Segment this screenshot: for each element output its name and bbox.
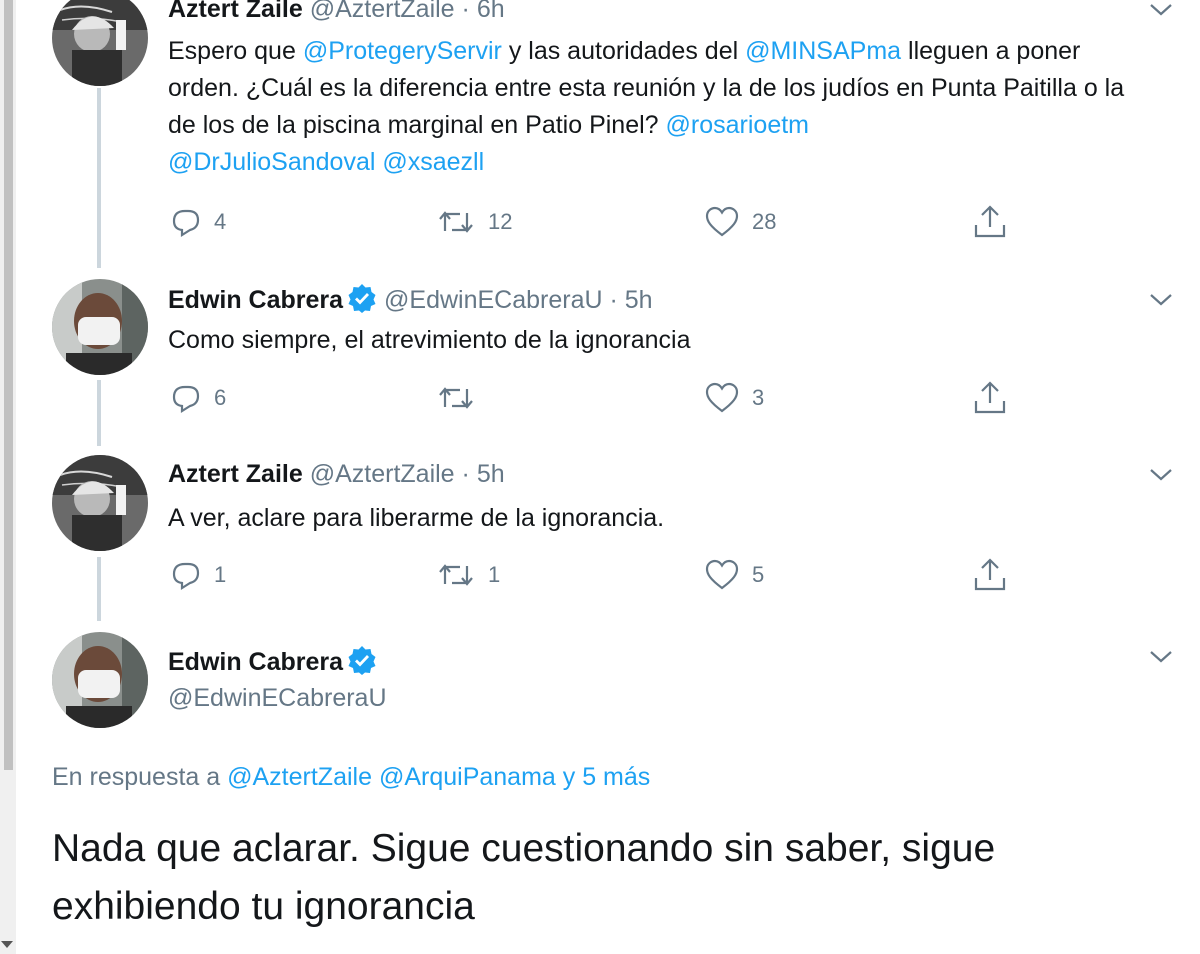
retweet-icon [439,564,473,586]
author-name[interactable]: Edwin Cabrera [168,286,343,314]
reply-button[interactable]: 1 [168,557,226,593]
mention-link[interactable]: @xsaezll [382,148,484,176]
author-name[interactable]: Aztert Zaile [168,460,303,488]
reply-to-link[interactable]: @ArquiPanama [379,763,556,791]
tweet-header: Aztert Zaile @AztertZaile · 6h [168,0,505,24]
author-name[interactable]: Edwin Cabrera [168,648,343,676]
avatar-edwin-cabrera[interactable] [52,632,148,728]
tweet-header: Edwin Cabrera [168,645,377,677]
retweet-count: 1 [488,562,501,587]
timestamp[interactable]: 5h [625,286,653,314]
separator: · [461,460,470,488]
avatar-aztert-zaile[interactable] [52,0,148,86]
tweet-header: Aztert Zaile @AztertZaile · 5h [168,459,505,489]
author-handle[interactable]: @AztertZaile [310,0,455,23]
mention-link[interactable]: @rosarioetm [666,111,809,139]
like-button[interactable]: 5 [704,557,764,593]
author-handle[interactable]: @EdwinECabreraU [168,684,387,712]
reply-icon [172,562,200,590]
tweet-1[interactable]: Aztert Zaile @AztertZaile · 6h Espero qu… [0,0,1200,270]
text-segment: y las autoridades del [501,37,746,65]
share-button[interactable] [972,204,1020,240]
reply-context: En respuesta a @AztertZaile @ArquiPanama… [52,763,650,792]
author-handle[interactable]: @EdwinECabreraU [384,286,603,314]
tweet-text: A ver, aclare para liberarme de la ignor… [168,504,665,532]
like-count: 3 [752,385,765,410]
reply-icon [172,385,200,413]
chevron-down-icon[interactable] [1148,647,1174,667]
reply-button[interactable]: 4 [168,204,226,240]
author-handle[interactable]: @AztertZaile [310,460,455,488]
reply-icon [172,209,200,237]
retweet-icon [439,387,473,409]
like-count: 28 [752,209,777,234]
mention-link[interactable]: @DrJulioSandoval [168,148,375,176]
timestamp[interactable]: 5h [477,460,505,488]
retweet-button[interactable] [436,380,488,416]
avatar-aztert-zaile[interactable] [52,455,148,551]
text-segment: Espero que [168,37,303,65]
tweet-3[interactable]: Aztert Zaile @AztertZaile · 5h A ver, ac… [0,445,1200,621]
like-icon [705,382,739,413]
avatar-edwin-cabrera[interactable] [52,279,148,375]
reply-button[interactable]: 6 [168,380,226,416]
timestamp[interactable]: 6h [477,0,505,23]
thread-line [97,88,101,268]
share-icon [974,205,1006,238]
author-name[interactable]: Aztert Zaile [168,0,303,23]
tweet-text: Espero que @ProtegeryServir y las autori… [168,33,1158,181]
tweet-header: Edwin Cabrera @EdwinECabreraU · 5h [168,283,653,315]
share-icon [974,558,1006,591]
reply-more-link[interactable]: y 5 más [563,763,651,791]
verified-badge-icon [348,284,376,313]
mention-link[interactable]: @ProtegeryServir [303,37,502,65]
like-icon [705,206,739,237]
mention-link[interactable]: @MINSAPma [745,37,901,65]
retweet-button[interactable]: 12 [436,204,512,240]
share-button[interactable] [972,380,1020,416]
retweet-icon [439,211,473,233]
reply-count: 1 [214,562,227,587]
separator: · [461,0,470,23]
reply-prefix: En respuesta a [52,763,228,791]
like-button[interactable]: 28 [704,204,776,240]
chevron-down-icon[interactable] [1148,0,1174,20]
author-handle-row: @EdwinECabreraU [168,683,387,713]
like-icon [705,559,739,590]
thread-line [97,380,101,446]
share-button[interactable] [972,557,1020,593]
like-count: 5 [752,562,765,587]
chevron-down-icon[interactable] [1148,465,1174,485]
main-tweet-text: Nada que aclarar. Sigue cuestionando sin… [52,827,996,928]
retweet-count: 12 [488,209,513,234]
tweet-2[interactable]: Edwin Cabrera @EdwinECabreraU · 5h Como … [0,270,1200,446]
reply-count: 6 [214,385,227,410]
separator: · [609,286,618,314]
chevron-down-icon[interactable] [1148,290,1174,310]
retweet-button[interactable]: 1 [436,557,500,593]
reply-count: 4 [214,209,227,234]
verified-badge-icon [348,646,376,675]
like-button[interactable]: 3 [704,380,764,416]
thread-line [97,557,101,621]
reply-to-link[interactable]: @AztertZaile [227,763,372,791]
tweet-text: Como siempre, el atrevimiento de la igno… [168,326,691,354]
share-icon [974,381,1006,414]
